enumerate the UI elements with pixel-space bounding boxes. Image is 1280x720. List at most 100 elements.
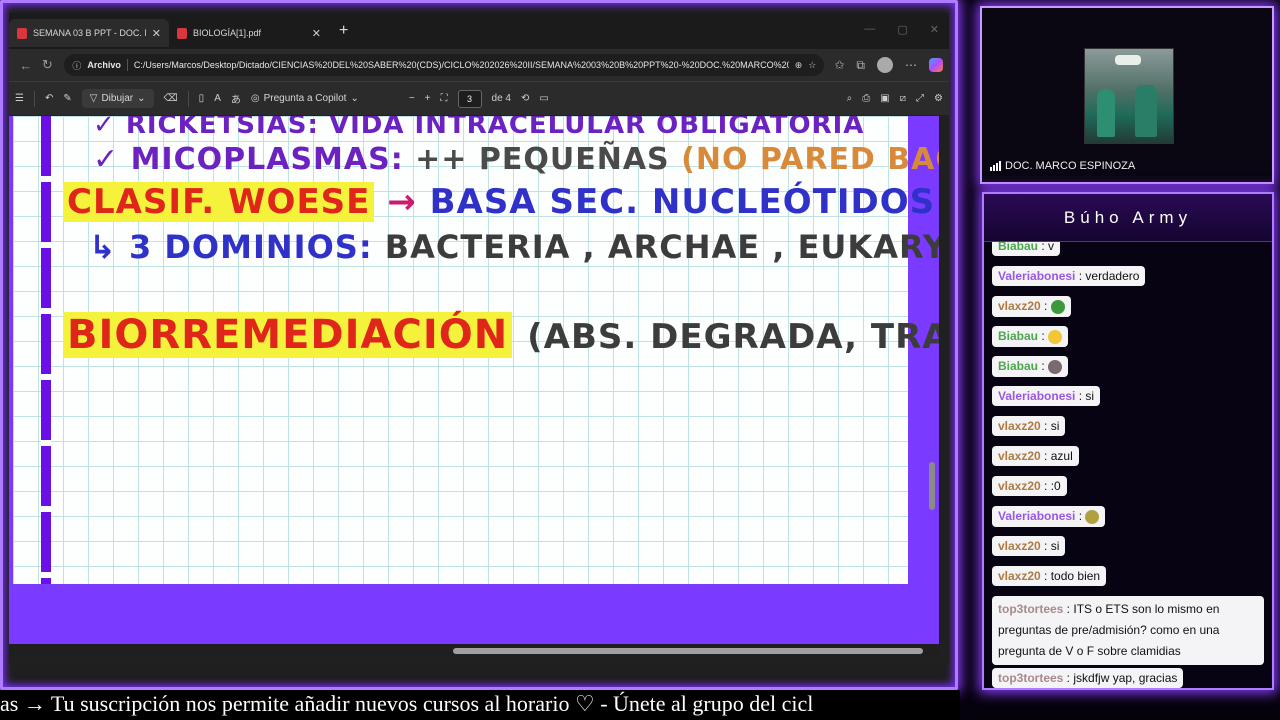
profile-avatar[interactable] <box>876 57 893 73</box>
more-icon[interactable]: ⋯ <box>905 58 917 72</box>
close-icon[interactable]: ✕ <box>152 27 161 40</box>
divider <box>33 90 35 107</box>
search-icon[interactable]: ⌕ <box>847 93 853 104</box>
close-icon[interactable]: ✕ <box>312 27 321 40</box>
chat-messages[interactable]: Biabau : v Valeriabonesi : verdadero vlaxz… <box>984 242 1272 688</box>
chat-message: vlaxz20 : <box>992 296 1071 317</box>
reload-icon[interactable]: ↻ <box>37 57 59 73</box>
zoom-in-icon[interactable]: + <box>425 93 431 104</box>
contents-icon[interactable]: ☰ <box>15 93 24 104</box>
fullscreen-icon[interactable]: ⤢ <box>916 93 924 104</box>
url-field[interactable]: ⓘ Archivo C:/Users/Marcos/Desktop/Dictad… <box>64 54 825 76</box>
chat-message: top3tortees : jskdfjw yap, gracias <box>992 668 1184 688</box>
zoom-out-icon[interactable]: − <box>409 93 415 104</box>
woese-heading: CLASIF. WOESE <box>63 182 375 222</box>
chat-username[interactable]: top3tortees <box>998 671 1063 685</box>
pdf-line-ricketsias: ✓ RICKETSIAS: VIDA INTRACELULAR OBLIGATO… <box>93 116 865 140</box>
tab-biologia[interactable]: BIOLOGÍA[1].pdf ✕ <box>169 19 329 47</box>
browser-window: SEMANA 03 B PPT - DOC. MARC ✕ BIOLOGÍA[1… <box>9 13 949 665</box>
emoji-icon <box>1048 359 1063 374</box>
horizontal-scrollbar[interactable] <box>9 644 939 656</box>
print-icon[interactable]: ⎙ <box>862 93 870 104</box>
webcam-caption: DOC. MARCO ESPINOZA <box>990 160 1135 172</box>
url-text: C:/Users/Marcos/Desktop/Dictado/CIENCIAS… <box>133 60 789 70</box>
new-tab-button[interactable]: + <box>339 22 348 40</box>
chat-text: verdadero <box>1085 269 1140 283</box>
dominios-label: ↳ 3 DOMINIOS: <box>89 228 373 266</box>
chat-username[interactable]: Biabau <box>998 242 1038 253</box>
domain-eukarya: , EUKARYA <box>772 228 939 266</box>
biorremediacion-definition: (ABS. DEGRADA, TRANSF. CONTAMIN) <box>527 317 939 357</box>
chat-username[interactable]: Valeriabonesi <box>998 509 1075 523</box>
pdf-line-woese: CLASIF. WOESE → BASA SEC. NUCLEÓTIDOS DE… <box>63 182 939 222</box>
emoji-icon <box>1048 329 1063 344</box>
chat-username[interactable]: Biabau <box>998 359 1038 373</box>
domain-bacteria: BACTERIA <box>384 228 571 266</box>
back-icon[interactable]: ← <box>15 58 37 73</box>
chat-message: top3tortees : ITS o ETS son lo mismo en … <box>992 596 1264 665</box>
rotate-icon[interactable]: ⟲ <box>521 93 529 104</box>
highlight-icon[interactable]: ✎ <box>63 93 71 104</box>
chat-text: v <box>1048 242 1055 253</box>
window-controls: — ▢ ✕ <box>864 23 939 36</box>
pdf-line-dominios: ↳ 3 DOMINIOS: BACTERIA , ARCHAE , EUKARY… <box>89 228 939 266</box>
micoplasmas-label: ✓ MICOPLASMAS: <box>93 142 404 177</box>
chevron-down-icon: ⌄ <box>137 93 146 104</box>
maximize-icon[interactable]: ▢ <box>897 23 907 36</box>
url-scheme-label: Archivo <box>87 60 121 70</box>
vertical-scroll-thumb[interactable] <box>929 462 935 510</box>
woese-basis: BASA SEC. NUCLEÓTIDOS DEL ARNr <box>429 182 939 222</box>
read-aloud-icon[interactable]: A <box>214 93 221 104</box>
draw-label: Dibujar <box>101 93 134 104</box>
webcam-frame: DOC. MARCO ESPINOZA <box>980 6 1274 184</box>
fit-page-icon[interactable]: ⛶ <box>441 93 448 104</box>
save-as-icon[interactable]: ⧄ <box>900 93 906 104</box>
tab-semana03[interactable]: SEMANA 03 B PPT - DOC. MARC ✕ <box>9 19 169 47</box>
chat-text: si <box>1085 389 1095 403</box>
translate-icon[interactable]: あ <box>231 91 241 106</box>
emoji-icon <box>1050 299 1065 314</box>
chat-username[interactable]: vlaxz20 <box>998 419 1041 433</box>
page-number-input[interactable]: 3 <box>457 89 482 108</box>
browser-actions: ✩ ⧉ ⋯ <box>834 57 943 73</box>
chat-username[interactable]: Valeriabonesi <box>998 269 1075 283</box>
close-window-icon[interactable]: ✕ <box>930 23 939 36</box>
chat-username[interactable]: Valeriabonesi <box>998 389 1075 403</box>
chat-username[interactable]: top3tortees <box>998 602 1063 616</box>
save-icon[interactable]: ▣ <box>880 93 889 104</box>
chat-message: vlaxz20 : si <box>992 416 1066 436</box>
chat-message: Valeriabonesi : si <box>992 386 1101 406</box>
chat-message: Biabau : <box>992 356 1069 377</box>
settings-icon[interactable]: ⚙ <box>934 93 943 104</box>
copilot-icon[interactable] <box>928 58 943 72</box>
horizontal-scroll-thumb[interactable] <box>453 648 923 654</box>
favorites-icon[interactable]: ✩ <box>834 58 844 72</box>
chat-username[interactable]: vlaxz20 <box>998 449 1041 463</box>
favorite-star-icon[interactable]: ☆ <box>808 60 816 71</box>
chat-username[interactable]: Biabau <box>998 329 1038 343</box>
chat-username[interactable]: vlaxz20 <box>998 299 1041 313</box>
collections-icon[interactable]: ⧉ <box>856 58 865 73</box>
chat-text: :0 <box>1050 479 1061 493</box>
undo-icon[interactable]: ↶ <box>45 93 53 104</box>
url-separator <box>126 59 128 71</box>
pdf-icon <box>17 27 27 39</box>
draw-button[interactable]: ▽ Dibujar ⌄ <box>81 89 154 108</box>
signal-icon <box>990 161 1001 171</box>
page-view-icon[interactable]: ▯ <box>199 93 205 104</box>
copilot-label: Pregunta a Copilot <box>263 93 347 104</box>
minimize-icon[interactable]: — <box>864 23 875 36</box>
chat-username[interactable]: vlaxz20 <box>998 569 1041 583</box>
chat-message: Biabau : v <box>992 242 1061 256</box>
pdf-viewport[interactable]: ✓ RICKETSIAS: VIDA INTRACELULAR OBLIGATO… <box>9 116 939 656</box>
zoom-icon[interactable]: ⊕ <box>795 60 803 71</box>
page-margin-bar <box>41 116 51 584</box>
chat-username[interactable]: vlaxz20 <box>998 539 1041 553</box>
two-page-icon[interactable]: ▭ <box>539 93 548 104</box>
eraser-icon[interactable]: ⌫ <box>164 93 178 104</box>
vertical-scrollbar[interactable] <box>929 122 935 652</box>
surgical-lamp <box>1115 55 1141 65</box>
copilot-button[interactable]: ◎ Pregunta a Copilot ⌄ <box>251 93 359 104</box>
person-figure <box>1135 85 1157 137</box>
chat-username[interactable]: vlaxz20 <box>998 479 1041 493</box>
